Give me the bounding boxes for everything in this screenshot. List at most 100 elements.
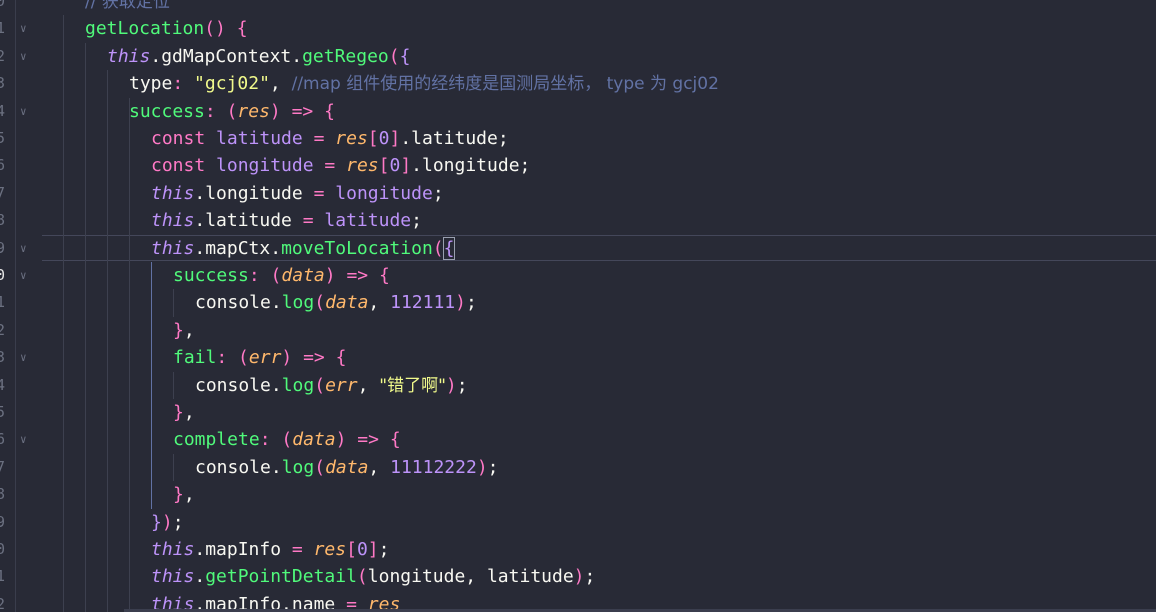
code-token: console. xyxy=(195,292,282,314)
code-token: ; xyxy=(411,210,422,232)
code-token: log xyxy=(281,292,315,314)
code-token: this xyxy=(151,566,195,588)
line-number: 5 xyxy=(0,129,6,147)
code-token: ( xyxy=(314,374,326,396)
code-token: ( xyxy=(314,292,326,314)
code-token: success xyxy=(173,265,249,286)
code-token: getPointDetail xyxy=(205,566,357,588)
code-token: [ xyxy=(367,128,379,149)
indent-guide xyxy=(151,262,152,509)
code-token: 0 xyxy=(356,539,368,560)
code-token: ( xyxy=(432,237,444,259)
code-token: data xyxy=(281,265,325,286)
code-token: console. xyxy=(195,456,282,478)
code-token: data xyxy=(325,456,369,478)
code-line: success: (data) => { xyxy=(173,262,390,289)
line-number: 6 xyxy=(0,156,6,175)
code-token: ; xyxy=(487,456,499,478)
code-token: getLocation xyxy=(85,18,205,40)
code-token: err xyxy=(248,347,282,369)
code-line: this.longitude = longitude; xyxy=(151,180,444,207)
code-token: .latitude xyxy=(194,210,303,232)
code-token: [ xyxy=(346,539,357,560)
code-token: ; xyxy=(378,539,390,560)
code-token: const xyxy=(151,155,206,177)
code-token: ( xyxy=(314,456,326,478)
code-token: , xyxy=(183,319,195,341)
chevron-down-icon[interactable]: ∨ xyxy=(20,344,32,371)
code-token: this xyxy=(151,237,195,259)
code-token: //map 组件使用的经纬度是国测局坐标， type 为 gcj02 xyxy=(291,74,719,95)
code-token: ( xyxy=(238,347,249,369)
code-token: res xyxy=(313,539,347,560)
code-token: ; xyxy=(465,292,477,314)
line-number: 1 xyxy=(0,293,6,312)
code-line: this.mapInfo = res[0]; xyxy=(151,536,389,563)
code-token: .longitude; xyxy=(411,155,531,177)
code-token: this xyxy=(151,539,195,560)
code-token: => xyxy=(357,429,379,451)
code-line: console.log(data, 112111); xyxy=(195,289,477,316)
chevron-down-icon[interactable]: ∨ xyxy=(20,235,32,262)
code-token: success xyxy=(129,100,205,122)
code-token: 0 xyxy=(389,155,401,177)
code-token: , xyxy=(368,292,391,314)
chevron-down-icon[interactable]: ∨ xyxy=(20,426,32,453)
code-token: .mapCtx. xyxy=(194,237,282,259)
code-token: : xyxy=(248,265,260,286)
code-token: ; xyxy=(456,374,468,396)
line-number: 9 xyxy=(0,238,6,257)
line-number: 2 xyxy=(0,46,6,65)
code-token: { xyxy=(324,100,335,122)
code-token: ) xyxy=(445,374,457,396)
code-token: = xyxy=(313,128,325,149)
code-line: }, xyxy=(173,481,195,508)
line-number: 7 xyxy=(0,457,6,476)
code-token: { xyxy=(399,45,411,67)
code-token: getRegeo xyxy=(302,45,389,67)
code-token: latitude xyxy=(324,210,412,232)
line-number: 2 xyxy=(0,320,6,339)
code-token: : xyxy=(259,429,271,451)
code-token: console. xyxy=(195,374,282,396)
code-token: .gdMapContext. xyxy=(150,45,303,67)
line-number: 3 xyxy=(0,348,6,367)
code-token: = xyxy=(291,539,303,560)
code-editor[interactable]: 0 1 2 3 4 5 6 7 8 9 0 1 2 3 4 5 6 7 8 9 0 1 2 ∨ ∨ ∨ ∨ ∨ ∨ ∨ // 获取定位 ge… xyxy=(0,0,1156,612)
code-token: res xyxy=(237,100,270,122)
chevron-down-icon[interactable]: ∨ xyxy=(20,43,32,70)
code-token: , xyxy=(183,484,195,506)
code-token: data xyxy=(292,429,336,451)
code-token: { xyxy=(442,236,456,260)
code-token: } xyxy=(173,484,184,506)
line-number: 9 xyxy=(0,512,6,531)
code-token: , xyxy=(357,374,380,396)
line-number: 0 xyxy=(0,540,6,558)
code-token: = xyxy=(313,182,325,204)
code-token: 112111 xyxy=(390,292,456,314)
code-token: log xyxy=(281,374,315,396)
chevron-down-icon[interactable]: ∨ xyxy=(20,98,32,125)
code-line: fail: (err) => { xyxy=(173,344,346,371)
code-token: // 获取定位 xyxy=(85,0,170,12)
code-token: , xyxy=(183,402,195,423)
line-number: 8 xyxy=(0,485,6,504)
line-number: 3 xyxy=(0,74,6,93)
code-token: longitude, latitude xyxy=(367,566,574,588)
code-token: .mapInfo xyxy=(194,539,292,560)
chevron-down-icon[interactable]: ∨ xyxy=(20,262,32,289)
chevron-down-icon[interactable]: ∨ xyxy=(20,15,32,42)
code-line: this.getPointDetail(longitude, latitude)… xyxy=(151,563,595,590)
